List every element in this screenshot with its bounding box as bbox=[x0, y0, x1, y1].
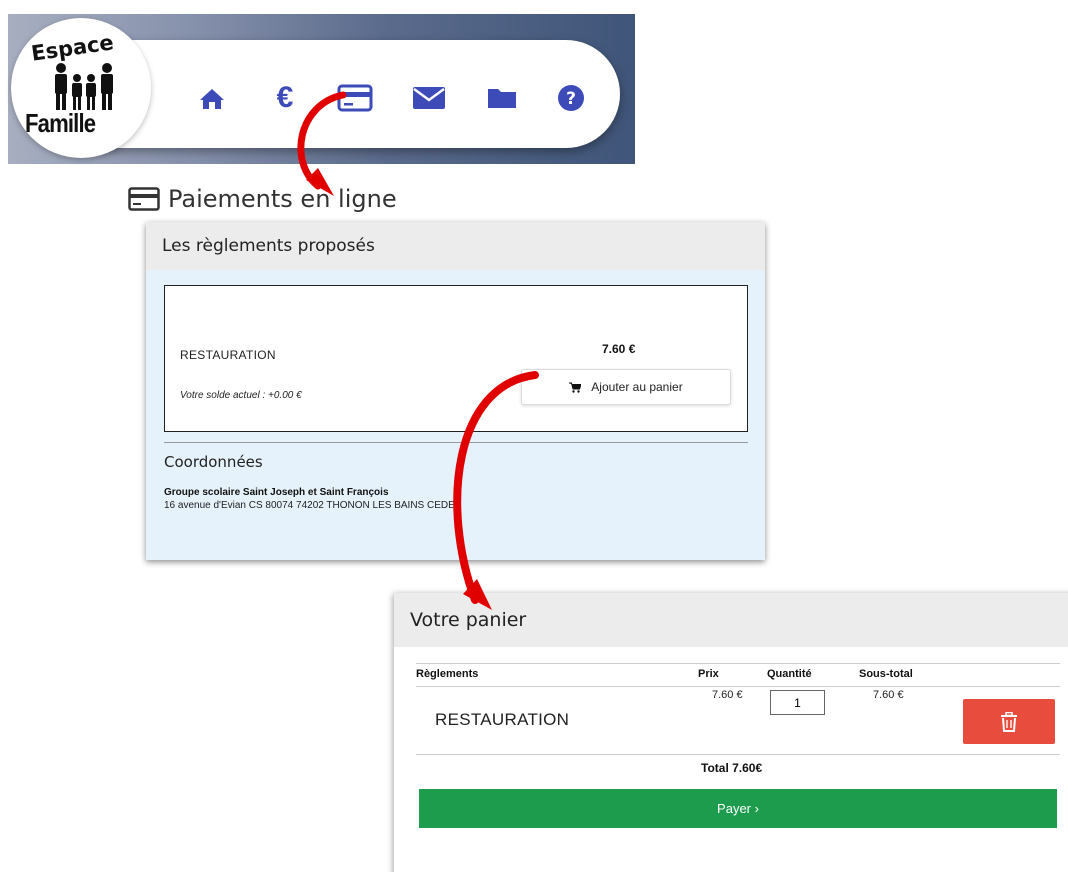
cart-table-header: Règlements Prix Quantité Sous-total bbox=[416, 663, 1060, 687]
euro-icon[interactable]: € bbox=[270, 83, 300, 113]
logo-top-text: Espace bbox=[29, 30, 116, 66]
cart-item-name: RESTAURATION bbox=[435, 710, 570, 729]
logo-bottom-text: Famille bbox=[25, 108, 96, 138]
offer-name: RESTAURATION bbox=[180, 348, 276, 362]
cart-table: Règlements Prix Quantité Sous-total REST… bbox=[416, 663, 1060, 755]
offers-panel: Les règlements proposés RESTAURATION 7.6… bbox=[146, 222, 765, 560]
divider bbox=[164, 442, 748, 443]
offers-panel-header: Les règlements proposés bbox=[146, 222, 765, 270]
cart-icon bbox=[569, 382, 582, 393]
family-icon bbox=[55, 63, 113, 110]
page-title: Paiements en ligne bbox=[128, 184, 397, 214]
column-header-sous-total: Sous-total bbox=[859, 668, 913, 680]
contact-title: Coordonnées bbox=[164, 453, 263, 471]
offer-card: RESTAURATION 7.60 € Votre solde actuel :… bbox=[164, 285, 748, 432]
credit-card-icon[interactable] bbox=[337, 83, 373, 113]
column-header-quantite: Quantité bbox=[767, 668, 812, 680]
credit-card-icon bbox=[128, 187, 160, 211]
offer-balance: Votre solde actuel : +0.00 € bbox=[180, 390, 302, 401]
page-title-text: Paiements en ligne bbox=[168, 185, 397, 213]
column-header-prix: Prix bbox=[698, 668, 719, 680]
cart-total: Total 7.60€ bbox=[701, 761, 763, 775]
offer-price: 7.60 € bbox=[602, 342, 636, 356]
trash-icon bbox=[1001, 711, 1017, 732]
cart-item-subtotal: 7.60 € bbox=[873, 689, 904, 701]
envelope-icon[interactable] bbox=[412, 83, 446, 113]
column-header-reglements: Règlements bbox=[416, 668, 479, 680]
contact-address: 16 avenue d'Evian CS 80074 74202 THONON … bbox=[164, 500, 462, 511]
question-icon[interactable]: ? bbox=[556, 83, 586, 113]
add-to-cart-label: Ajouter au panier bbox=[591, 380, 683, 394]
contact-name: Groupe scolaire Saint Joseph et Saint Fr… bbox=[164, 487, 389, 498]
delete-button[interactable] bbox=[963, 699, 1055, 744]
pay-button[interactable]: Payer › bbox=[419, 789, 1057, 828]
folder-icon[interactable] bbox=[486, 83, 518, 113]
cart-panel-header: Votre panier bbox=[394, 593, 1068, 647]
cart-item-price: 7.60 € bbox=[712, 689, 743, 701]
home-icon[interactable] bbox=[197, 83, 227, 113]
svg-text:?: ? bbox=[566, 89, 576, 109]
cart-panel: Votre panier Règlements Prix Quantité So… bbox=[394, 593, 1068, 872]
quantity-input[interactable] bbox=[770, 690, 825, 715]
table-row: RESTAURATION 7.60 € 7.60 € bbox=[416, 687, 1060, 755]
add-to-cart-button[interactable]: Ajouter au panier bbox=[521, 369, 731, 405]
espace-famille-logo[interactable]: Espace Famille bbox=[11, 18, 151, 158]
